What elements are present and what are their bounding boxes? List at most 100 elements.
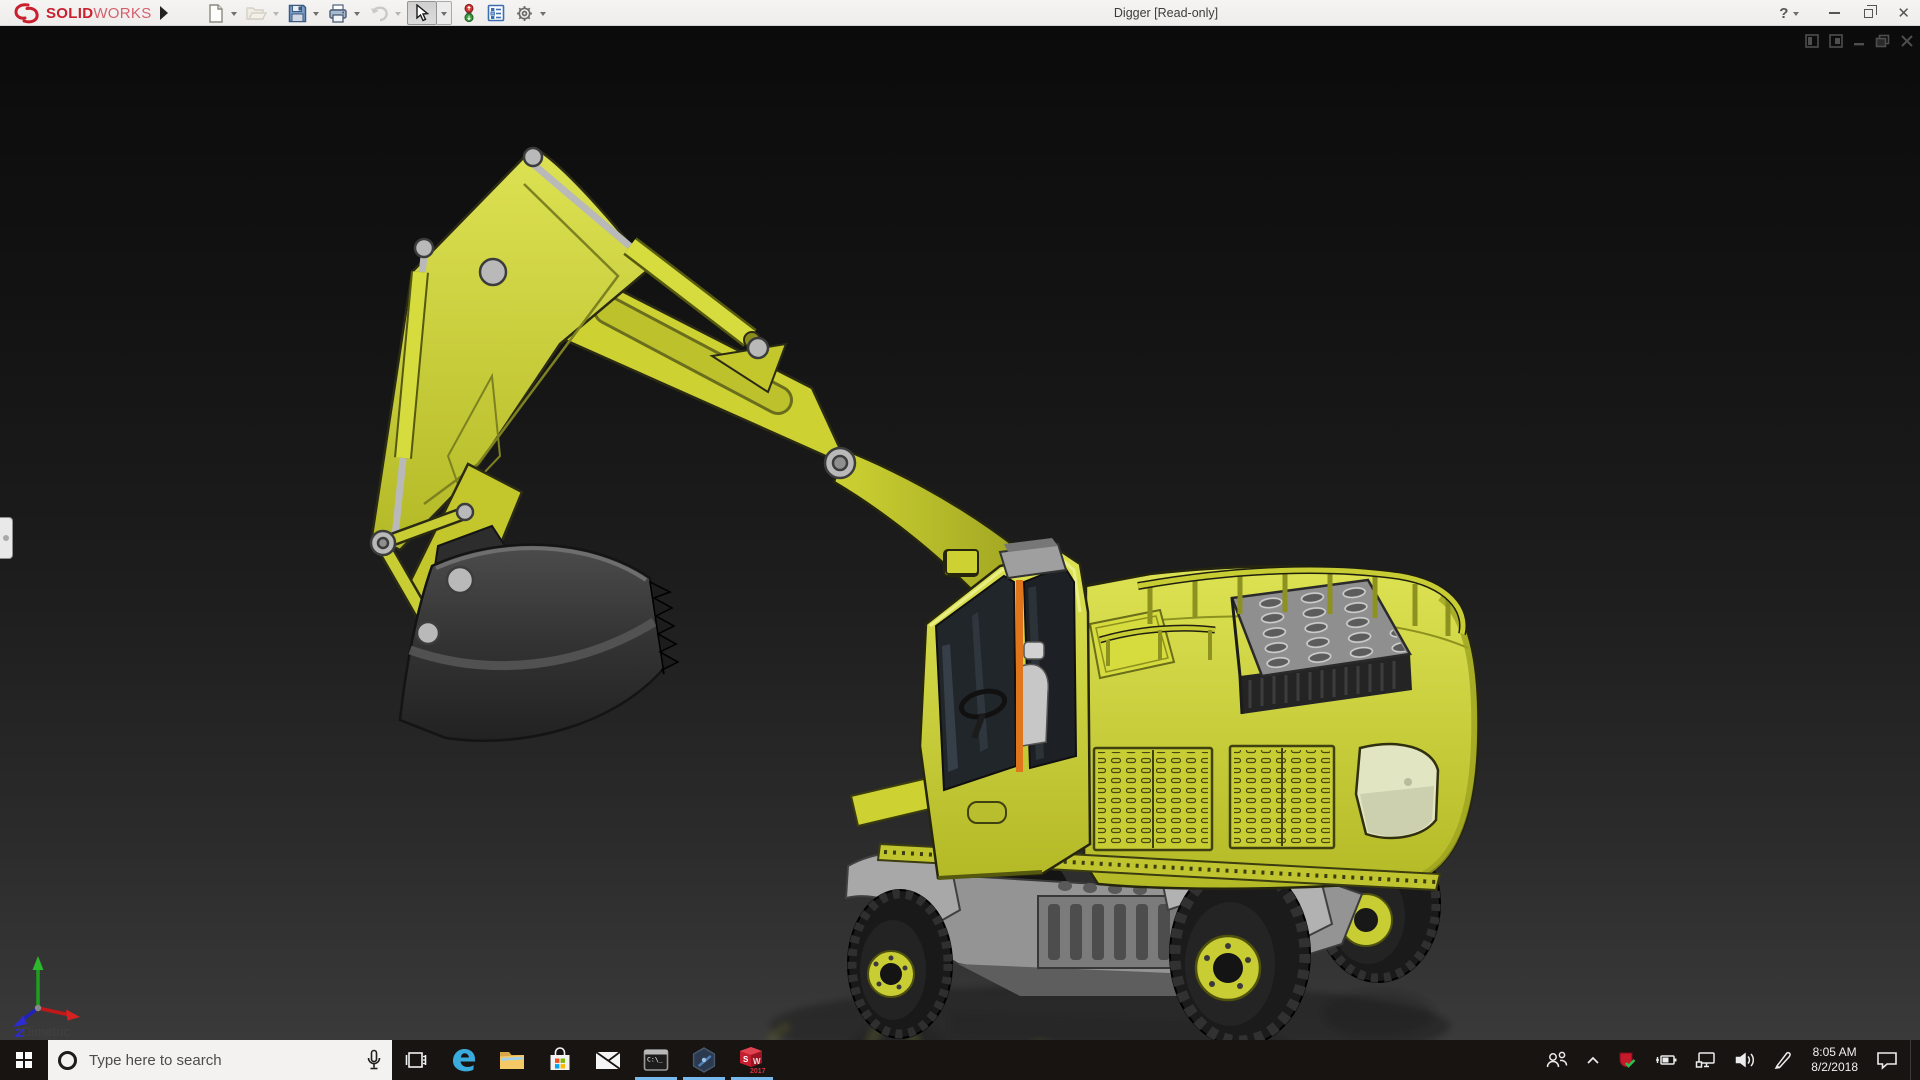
search-input[interactable] <box>89 1051 366 1069</box>
close-icon: ✕ <box>1897 5 1910 22</box>
volume-button[interactable] <box>1729 1040 1761 1080</box>
view-orientation-label: *Dimetric <box>17 1024 70 1039</box>
bucket[interactable] <box>398 524 680 742</box>
windows-logo-icon <box>16 1052 32 1068</box>
people-icon <box>1547 1051 1568 1068</box>
front-left-wheel[interactable] <box>847 889 953 1039</box>
open-button[interactable] <box>243 1 270 25</box>
minimize-icon <box>1829 12 1841 14</box>
dassault-3ds-icon <box>14 3 39 24</box>
store-icon <box>550 1047 570 1070</box>
restore-document-icon[interactable] <box>1875 34 1891 48</box>
close-button[interactable]: ✕ <box>1897 4 1910 22</box>
running-indicator <box>635 1076 677 1080</box>
select-tool-button[interactable] <box>407 1 437 25</box>
file-properties-icon <box>487 4 505 22</box>
running-indicator <box>683 1076 725 1080</box>
action-center-icon <box>1877 1052 1897 1070</box>
window-title: Digger [Read-only] <box>1113 6 1219 20</box>
command-prompt-icon: C:\_ <box>643 1049 669 1071</box>
graphics-area[interactable]: *Dimetric <box>0 26 1920 1040</box>
seat <box>1021 663 1049 747</box>
help-dropdown-icon <box>1793 11 1800 19</box>
mail-icon <box>595 1051 621 1070</box>
cmd-label: C:\_ <box>647 1056 663 1064</box>
file-explorer-button[interactable] <box>488 1040 536 1080</box>
solidworks-2017-button[interactable]: S W 2017 <box>728 1040 776 1080</box>
taskbar-search[interactable] <box>48 1040 392 1080</box>
brand-works: WORKS <box>93 4 152 22</box>
task-view-button[interactable] <box>392 1040 440 1080</box>
excavator-model[interactable] <box>0 26 1920 1040</box>
options-button[interactable] <box>512 1 537 25</box>
volume-icon <box>1736 1052 1755 1068</box>
solidworks-monitor-button[interactable] <box>1612 1040 1642 1080</box>
taskbar-apps: C:\_ S W 2017 <box>392 1040 776 1080</box>
new-window-icon[interactable] <box>1805 34 1820 48</box>
new-document-icon <box>209 3 223 23</box>
select-dropdown-button[interactable] <box>437 1 452 25</box>
system-tray: 8:05 AM 8/2/2018 <box>1540 1040 1920 1080</box>
show-desktop-button[interactable] <box>1910 1040 1916 1080</box>
start-button[interactable] <box>0 1040 48 1080</box>
solidworks-2017-icon: S W 2017 <box>740 1047 766 1075</box>
new-document-button[interactable] <box>204 1 228 25</box>
minimize-document-icon[interactable] <box>1853 34 1866 48</box>
cab[interactable] <box>918 538 1092 880</box>
print-icon <box>329 3 347 23</box>
tray-overflow-button[interactable] <box>1581 1040 1605 1080</box>
quick-access-toolbar <box>204 1 552 25</box>
select-cursor-icon <box>415 4 429 22</box>
hexagon-app-button[interactable] <box>680 1040 728 1080</box>
new-dropdown-icon[interactable] <box>231 11 237 19</box>
orange-stripe <box>1016 580 1023 772</box>
power-battery-icon <box>1656 1055 1677 1065</box>
restore-icon <box>1864 4 1878 18</box>
edge-button[interactable] <box>440 1040 488 1080</box>
cortana-icon[interactable] <box>58 1050 77 1070</box>
open-folder-icon <box>246 7 267 20</box>
taskbar: C:\_ S W 2017 <box>0 1040 1920 1080</box>
solidworks-resource-monitor-icon <box>1619 1052 1636 1068</box>
task-view-icon <box>405 1052 427 1068</box>
undo-button[interactable] <box>366 1 392 25</box>
network-button[interactable] <box>1690 1040 1722 1080</box>
mail-button[interactable] <box>584 1040 632 1080</box>
brand-solid: SOLID <box>46 4 94 22</box>
action-center-button[interactable] <box>1871 1040 1903 1080</box>
restore-button[interactable] <box>1864 4 1878 18</box>
hexagon-app-icon <box>692 1047 716 1073</box>
save-dropdown-icon[interactable] <box>313 11 319 19</box>
feature-panel-tab[interactable] <box>0 517 13 559</box>
save-button[interactable] <box>285 1 310 25</box>
print-dropdown-icon[interactable] <box>354 11 360 19</box>
pen-button[interactable] <box>1768 1040 1798 1080</box>
tile-window-icon[interactable] <box>1829 34 1844 48</box>
print-button[interactable] <box>325 1 351 25</box>
title-bar: SOLID WORKS Digger [Read-only] ? ✕ <box>0 0 1920 26</box>
pen-icon <box>1774 1051 1792 1069</box>
window-controls: ? ✕ <box>1779 0 1910 26</box>
edge-icon <box>453 1049 475 1072</box>
power-button[interactable] <box>1649 1040 1683 1080</box>
microphone-icon[interactable] <box>366 1049 382 1071</box>
rebuild-button[interactable] <box>460 1 478 25</box>
screen: SOLID WORKS Digger [Read-only] ? ✕ *Dime… <box>0 0 1920 1080</box>
options-dropdown-icon[interactable] <box>540 11 546 19</box>
clock[interactable]: 8:05 AM 8/2/2018 <box>1805 1045 1864 1075</box>
command-prompt-button[interactable]: C:\_ <box>632 1040 680 1080</box>
store-button[interactable] <box>536 1040 584 1080</box>
save-floppy-icon <box>288 4 307 22</box>
menu-flyout-arrow-icon[interactable] <box>160 6 168 20</box>
close-document-icon[interactable] <box>1900 34 1914 48</box>
file-properties-button[interactable] <box>484 1 508 25</box>
minimize-button[interactable] <box>1829 12 1841 14</box>
solidworks-logo: SOLID WORKS <box>12 0 152 26</box>
help-label: ? <box>1779 4 1789 22</box>
tray-time: 8:05 AM <box>1812 1045 1857 1059</box>
people-button[interactable] <box>1540 1040 1574 1080</box>
undo-dropdown-icon[interactable] <box>395 11 401 19</box>
help-button[interactable]: ? <box>1779 5 1805 22</box>
document-window-controls <box>1805 34 1914 48</box>
open-dropdown-icon[interactable] <box>273 11 279 19</box>
